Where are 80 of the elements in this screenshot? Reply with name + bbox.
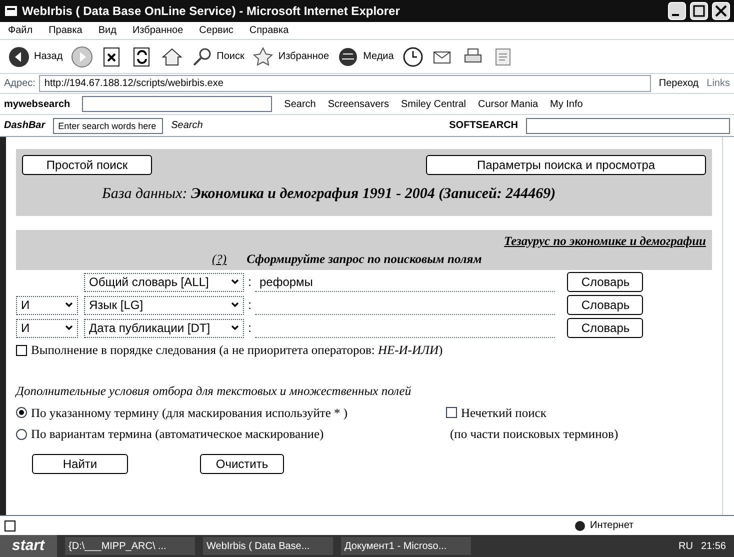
home-icon (160, 46, 183, 68)
search-field[interactable]: Enter search words here (53, 118, 164, 134)
checkbox-label: Нечеткий поиск (461, 404, 546, 422)
radio-button[interactable] (16, 407, 27, 418)
toolbar-brand: SOFTSEARCH (449, 119, 518, 133)
dictionary-button[interactable]: Словарь (567, 295, 644, 315)
chevron-down-icon (231, 325, 239, 331)
toolbar-link[interactable]: Search (284, 96, 316, 112)
menu-item[interactable]: Файл (8, 23, 33, 38)
browser-icon (4, 4, 18, 18)
dictionary-button[interactable]: Словарь (567, 318, 644, 338)
close-icon[interactable] (712, 2, 730, 20)
maximize-icon[interactable] (690, 2, 708, 20)
taskbar-button[interactable]: WebIrbis ( Data Base... (202, 537, 333, 555)
section-title: Дополнительные условия отбора для текстовых и множественных полей (16, 382, 412, 400)
chevron-down-icon (65, 302, 73, 308)
language-indicator: RU (678, 540, 693, 554)
search-link[interactable]: Search (171, 118, 442, 133)
go-button[interactable]: Переход (654, 76, 703, 91)
dictionary-button[interactable]: Словарь (567, 272, 644, 292)
help-link[interactable]: (?) (212, 250, 227, 269)
checkbox[interactable] (446, 407, 457, 418)
menu-item[interactable]: Правка (48, 23, 82, 38)
toolbar-button[interactable] (160, 46, 183, 68)
toolbar-brand: DashBar (4, 119, 46, 133)
operator-select[interactable]: И (16, 296, 78, 314)
links-label[interactable]: Links (706, 76, 730, 91)
address-field[interactable]: http://194.67.188.12/scripts/webirbis.exe (39, 75, 651, 92)
query-field[interactable]: реформы (255, 272, 556, 292)
checkbox[interactable] (16, 344, 27, 356)
minimize-icon[interactable] (668, 2, 686, 20)
colon-label: : (248, 296, 252, 314)
colon-label: : (248, 274, 252, 291)
thesaurus-link[interactable]: Тезаурус по экономике и демографии (504, 232, 706, 250)
chevron-down-icon (231, 279, 239, 285)
chevron-down-icon (231, 302, 239, 308)
query-heading: Сформируйте запрос по поисковым полям (246, 251, 482, 268)
toolbar-link[interactable]: Screensavers (328, 96, 389, 112)
zone-label: Интернет (590, 519, 635, 533)
database-title: База данных: Экономика и демография 1991 - 2004 (Записей: 244469) (100, 185, 557, 204)
radio-label: По указанному термину (для маскирования используйте * ) (31, 404, 348, 422)
toolbar-button[interactable]: Избранное (252, 46, 330, 68)
field-select[interactable]: Язык [LG] (84, 296, 244, 314)
toolbar-link[interactable]: My Info (550, 96, 583, 112)
checkbox-label: Выполнение в порядке следования (а не приоритета операторов: НЕ-И-ИЛИ) (31, 342, 443, 359)
toolbar-button[interactable]: Назад (8, 46, 63, 68)
window-title: WebIrbis ( Data Base OnLine Service) - Microsoft Internet Explorer (22, 3, 401, 20)
toolbar-link[interactable]: Smiley Central (400, 96, 466, 112)
address-label: Адрес: (4, 77, 36, 91)
clock-icon (402, 46, 424, 68)
clear-button[interactable]: Очистить (200, 454, 284, 474)
simple-search-button[interactable]: Простой поиск (22, 155, 152, 175)
radio-button[interactable] (16, 429, 27, 440)
search-field[interactable] (82, 96, 272, 112)
star-icon (252, 46, 274, 68)
clock: 21:56 (700, 540, 726, 554)
field-select[interactable]: Дата публикации [DT] (84, 318, 244, 338)
toolbar-brand: mywebsearch (4, 98, 70, 112)
menu-item[interactable]: Избранное (132, 23, 184, 38)
radio-label: По вариантам термина (автоматическое маскирование) (31, 426, 324, 444)
colon-label: : (248, 320, 252, 337)
chevron-down-icon (65, 325, 73, 331)
search-settings-button[interactable]: Параметры поиска и просмотра (426, 155, 706, 175)
taskbar-button[interactable]: Документ1 - Microso... (340, 537, 471, 555)
toolbar-button[interactable]: Медиа (337, 46, 394, 68)
menu-item[interactable]: Справка (249, 23, 289, 38)
page-icon (4, 520, 16, 532)
search-field[interactable] (526, 118, 730, 134)
operator-select[interactable]: И (16, 318, 78, 338)
search-icon (190, 46, 213, 68)
toolbar-button[interactable]: Поиск (190, 46, 244, 68)
hint-text: (по части поисковых терминов) (449, 426, 620, 444)
menu-item[interactable]: Вид (98, 23, 116, 38)
start-button[interactable]: start (0, 535, 57, 557)
field-select[interactable]: Общий словарь [ALL] (84, 272, 244, 292)
menu-item[interactable]: Сервис (199, 23, 234, 38)
taskbar-button[interactable]: {D:\___MIPP_ARC\ ... (64, 537, 195, 555)
toolbar-button[interactable] (402, 46, 424, 68)
toolbar-link[interactable]: Cursor Mania (478, 96, 538, 112)
find-button[interactable]: Найти (32, 454, 128, 474)
